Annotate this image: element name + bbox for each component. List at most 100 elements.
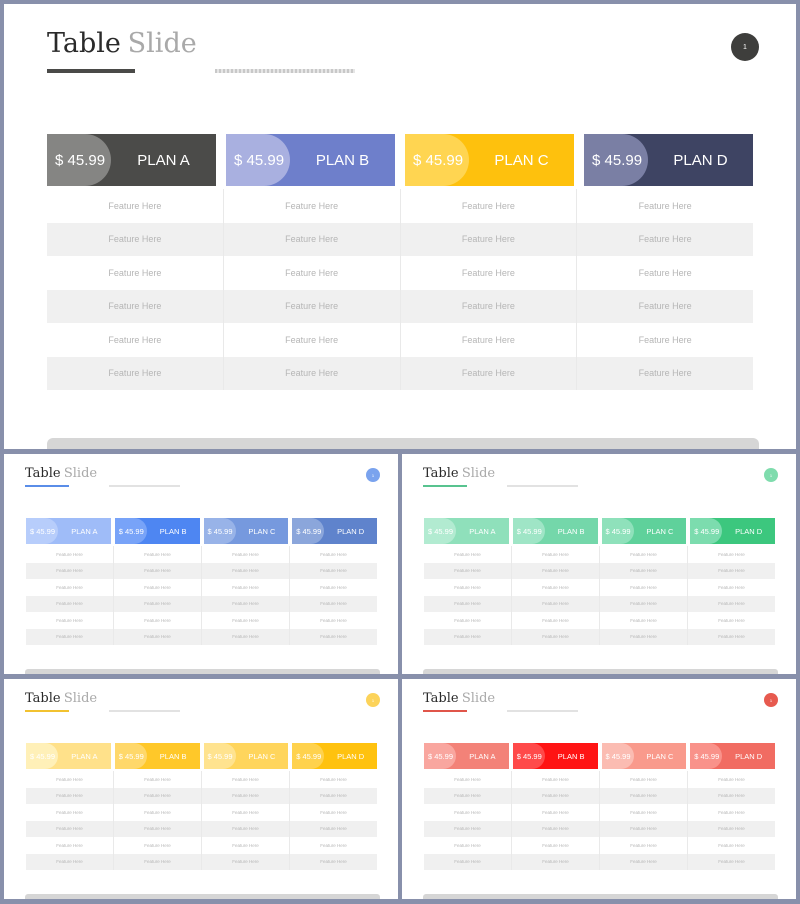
plan-header-c[interactable]: $ 45.99 PLAN C <box>601 518 687 544</box>
page-number-badge: 1 <box>764 468 778 482</box>
feature-cell: Feature Here <box>320 551 347 557</box>
title-underline-accent <box>423 710 467 712</box>
pricing-table: $ 45.99 PLAN A $ 45.99 PLAN B $ 45.99 PLAN C $… <box>26 743 377 870</box>
plan-header-row: $ 45.99 PLAN A $ 45.99 PLAN B $ 45.99 PLAN C $… <box>424 743 775 769</box>
table-row: Feature Here Feature Here Feature Here Feat… <box>26 771 377 788</box>
feature-cell: Feature Here <box>600 595 688 612</box>
plan-name: PLAN C <box>646 751 674 761</box>
feature-cell: Feature Here <box>26 771 114 788</box>
plan-price: $ 45.99 <box>118 751 144 761</box>
feature-cell: Feature Here <box>202 771 290 788</box>
table-row: Feature Here Feature Here Feature Here Feat… <box>26 820 377 837</box>
feature-cell: Feature Here <box>26 579 114 596</box>
feature-cell: Feature Here <box>600 787 688 804</box>
price-tab: $ 45.99 <box>114 518 147 544</box>
feature-cell: Feature Here <box>512 579 600 596</box>
plan-header-a[interactable]: $ 45.99 PLAN A <box>26 518 111 544</box>
table-row: Feature Here Feature Here Feature Here Feat… <box>26 787 377 804</box>
plan-price: $ 45.99 <box>118 526 144 536</box>
plan-header-a[interactable]: $ 45.99 PLAN A <box>26 743 111 769</box>
feature-cell: Feature Here <box>638 368 692 379</box>
feature-cell: Feature Here <box>718 551 745 557</box>
feature-cell: Feature Here <box>401 323 578 357</box>
feature-cell: Feature Here <box>424 612 512 629</box>
plan-price: $ 45.99 <box>207 751 233 761</box>
price-tab: $ 45.99 <box>424 518 456 544</box>
plan-header-d[interactable]: $ 45.99 PLAN D <box>292 518 377 544</box>
feature-cell: Feature Here <box>718 809 745 815</box>
feature-cell: Feature Here <box>114 562 202 579</box>
plan-header-b[interactable]: $ 45.99 PLAN B <box>226 134 395 186</box>
plan-header-c[interactable]: $ 45.99 PLAN C <box>601 743 687 769</box>
feature-cell: Feature Here <box>718 793 745 799</box>
plan-header-d[interactable]: $ 45.99 PLAN D <box>690 518 775 544</box>
plan-header-b[interactable]: $ 45.99 PLAN B <box>114 518 200 544</box>
feature-cell: Feature Here <box>224 356 401 390</box>
feature-cell: Feature Here <box>401 289 578 323</box>
slide-thumbnail-red[interactable]: Table Slide 1 $ 45.99 PLAN A $ 45.99 PLAN B $… <box>402 679 796 899</box>
plan-price: $ 45.99 <box>605 751 631 761</box>
feature-cell: Feature Here <box>600 804 688 821</box>
plan-price: $ 45.99 <box>55 151 106 169</box>
feature-cell: Feature Here <box>424 820 512 837</box>
feature-cell: Feature Here <box>114 853 202 870</box>
feature-cell: Feature Here <box>114 804 202 821</box>
slide-main[interactable]: Table Slide 1 $ 45.99 PLAN A $ 45.99 PLAN B $… <box>4 4 796 449</box>
feature-cell: Feature Here <box>600 546 688 563</box>
table-row: Feature Here Feature Here Feature Here Feat… <box>424 595 775 612</box>
feature-cell: Feature Here <box>600 612 688 629</box>
slide-thumbnail-yellow[interactable]: Table Slide 1 $ 45.99 PLAN A $ 45.99 PLAN B $… <box>4 679 398 899</box>
feature-cell: Feature Here <box>47 222 224 256</box>
plan-header-a[interactable]: $ 45.99 PLAN A <box>47 134 216 186</box>
feature-cell: Feature Here <box>638 334 692 345</box>
plan-header-b[interactable]: $ 45.99 PLAN B <box>512 743 598 769</box>
feature-cell: Feature Here <box>320 809 347 815</box>
plan-price: $ 45.99 <box>413 151 464 169</box>
feature-cell: Feature Here <box>224 323 401 357</box>
plan-header-a[interactable]: $ 45.99 PLAN A <box>424 743 509 769</box>
feature-cell: Feature Here <box>600 853 688 870</box>
title-underline-accent <box>423 485 467 487</box>
feature-cell: Feature Here <box>202 787 290 804</box>
feature-cell: Feature Here <box>512 562 600 579</box>
feature-cell: Feature Here <box>512 628 600 645</box>
plan-header-d[interactable]: $ 45.99 PLAN D <box>292 743 377 769</box>
feature-cell: Feature Here <box>512 837 600 854</box>
slide-thumbnail-blue[interactable]: Table Slide 1 $ 45.99 PLAN A $ 45.99 PLAN B $… <box>4 454 398 674</box>
table-row: Feature Here Feature Here Feature Here Feat… <box>47 356 753 390</box>
slide-thumbnail-green[interactable]: Table Slide 1 $ 45.99 PLAN A $ 45.99 PLAN B $… <box>402 454 796 674</box>
feature-cell: Feature Here <box>224 189 401 223</box>
feature-cell: Feature Here <box>512 804 600 821</box>
feature-cell: Feature Here <box>320 568 347 574</box>
table-row: Feature Here Feature Here Feature Here Feat… <box>47 189 753 223</box>
feature-cell: Feature Here <box>512 787 600 804</box>
plan-header-c[interactable]: $ 45.99 PLAN C <box>405 134 574 186</box>
plan-price: $ 45.99 <box>296 526 322 536</box>
slide-title-secondary: Slide <box>63 691 98 706</box>
feature-cell: Feature Here <box>512 612 600 629</box>
plan-header-row: $ 45.99 PLAN A $ 45.99 PLAN B $ 45.99 PLAN C $… <box>424 518 775 544</box>
plan-header-a[interactable]: $ 45.99 PLAN A <box>424 518 509 544</box>
table-row: Feature Here Feature Here Feature Here Feat… <box>424 820 775 837</box>
plan-price: $ 45.99 <box>592 151 643 169</box>
plan-header-c[interactable]: $ 45.99 PLAN C <box>203 743 289 769</box>
feature-cell: Feature Here <box>224 222 401 256</box>
slide-title-secondary: Slide <box>461 691 496 706</box>
feature-cell: Feature Here <box>424 546 512 563</box>
slide-title-primary: Table <box>25 466 61 481</box>
feature-cell: Feature Here <box>718 634 745 640</box>
plan-price: $ 45.99 <box>428 526 454 536</box>
plan-header-b[interactable]: $ 45.99 PLAN B <box>114 743 200 769</box>
plan-price: $ 45.99 <box>30 526 56 536</box>
feature-cell: Feature Here <box>47 323 224 357</box>
slide-title-secondary: Slide <box>63 466 98 481</box>
plan-header-b[interactable]: $ 45.99 PLAN B <box>512 518 598 544</box>
plan-header-d[interactable]: $ 45.99 PLAN D <box>584 134 753 186</box>
plan-header-c[interactable]: $ 45.99 PLAN C <box>203 518 289 544</box>
price-tab: $ 45.99 <box>424 743 456 769</box>
slide-title: Table Slide <box>423 691 495 706</box>
feature-cell: Feature Here <box>638 234 692 245</box>
pricing-table: $ 45.99 PLAN A $ 45.99 PLAN B $ 45.99 PLAN C $… <box>424 743 775 870</box>
plan-header-d[interactable]: $ 45.99 PLAN D <box>690 743 775 769</box>
table-row: Feature Here Feature Here Feature Here Feat… <box>26 612 377 629</box>
